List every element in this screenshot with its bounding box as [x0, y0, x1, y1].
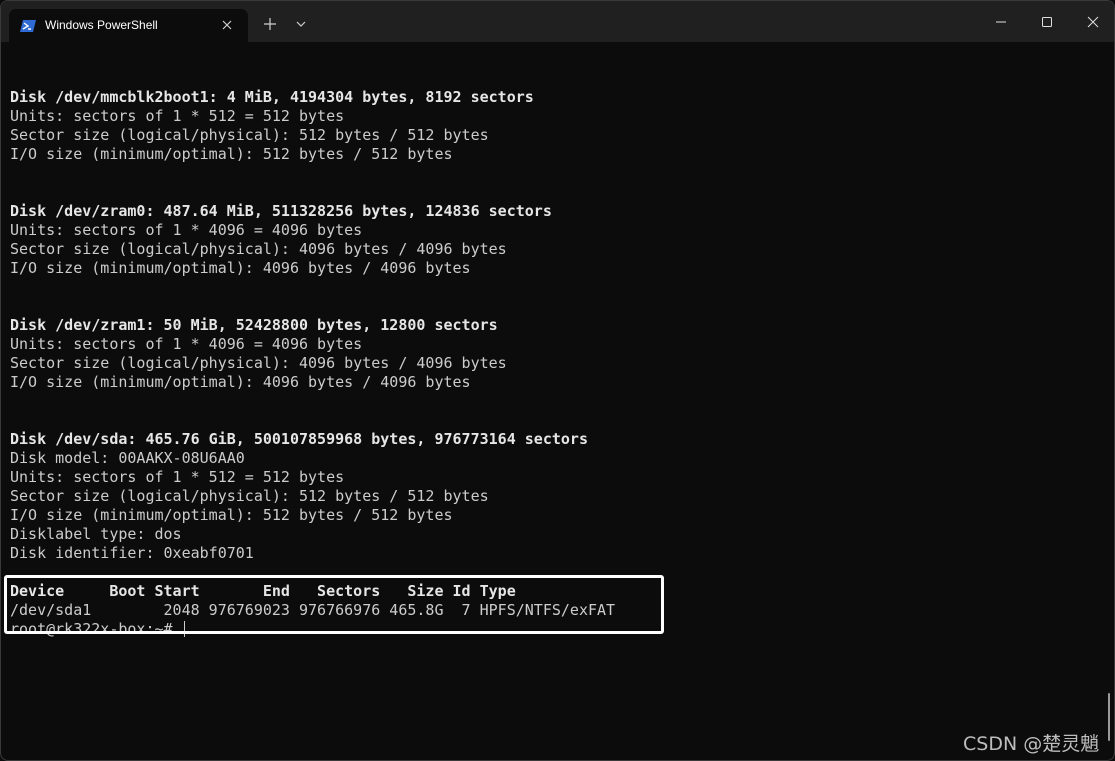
disk-header-line: Disk /dev/mmcblk2boot1: 4 MiB, 4194304 b…: [10, 88, 534, 106]
output-line: I/O size (minimum/optimal): 4096 bytes /…: [10, 373, 471, 391]
terminal-window: Windows PowerShell Disk /dev/mmcblk2boot…: [0, 0, 1115, 761]
output-line: I/O size (minimum/optimal): 512 bytes / …: [10, 506, 453, 524]
close-window-button[interactable]: [1070, 7, 1114, 37]
partition-table-row: /dev/sda1 2048 976769023 976766976 465.8…: [10, 601, 616, 619]
output-line: Sector size (logical/physical): 512 byte…: [10, 487, 489, 505]
output-line: Sector size (logical/physical): 4096 byt…: [10, 240, 507, 258]
prompt-text: root@rk322x-box:~#: [10, 620, 182, 638]
output-line: Disk model: 00AAKX-08U6AA0: [10, 449, 245, 467]
text-cursor: [183, 621, 185, 637]
maximize-icon: [1042, 17, 1052, 27]
partition-table-header: Device Boot Start End Sectors Size Id Ty…: [10, 582, 516, 600]
output-line: Sector size (logical/physical): 512 byte…: [10, 126, 489, 144]
output-line: Units: sectors of 1 * 4096 = 4096 bytes: [10, 221, 363, 239]
tab-close-icon[interactable]: [219, 17, 235, 33]
new-tab-plus-icon[interactable]: [260, 14, 280, 34]
terminal-output[interactable]: Disk /dev/mmcblk2boot1: 4 MiB, 4194304 b…: [10, 88, 1100, 648]
disk-header-line: Disk /dev/zram1: 50 MiB, 52428800 bytes,…: [10, 316, 498, 334]
disk-header-line: Disk /dev/sda: 465.76 GiB, 500107859968 …: [10, 430, 588, 448]
command-prompt[interactable]: root@rk322x-box:~#: [10, 620, 1100, 639]
close-icon: [1087, 16, 1099, 28]
maximize-button[interactable]: [1024, 7, 1068, 37]
output-line: Units: sectors of 1 * 512 = 512 bytes: [10, 107, 345, 125]
output-line: I/O size (minimum/optimal): 512 bytes / …: [10, 145, 453, 163]
watermark: CSDN @楚灵魈: [963, 733, 1100, 755]
output-line: Sector size (logical/physical): 4096 byt…: [10, 354, 507, 372]
output-line: Disklabel type: dos: [10, 525, 182, 543]
disk-header-line: Disk /dev/zram0: 487.64 MiB, 511328256 b…: [10, 202, 552, 220]
powershell-icon: [20, 18, 36, 32]
title-bar: Windows PowerShell: [1, 1, 1114, 42]
scrollbar[interactable]: [1108, 693, 1110, 741]
output-line: I/O size (minimum/optimal): 4096 bytes /…: [10, 259, 471, 277]
output-line: Units: sectors of 1 * 4096 = 4096 bytes: [10, 335, 363, 353]
minimize-icon: [996, 21, 1006, 23]
output-line: Units: sectors of 1 * 512 = 512 bytes: [10, 468, 345, 486]
tab-title: Windows PowerShell: [45, 18, 158, 32]
chevron-down-icon[interactable]: [291, 14, 311, 34]
output-line: Disk identifier: 0xeabf0701: [10, 544, 254, 562]
tab-windows-powershell[interactable]: Windows PowerShell: [9, 9, 248, 42]
minimize-button[interactable]: [978, 7, 1022, 37]
